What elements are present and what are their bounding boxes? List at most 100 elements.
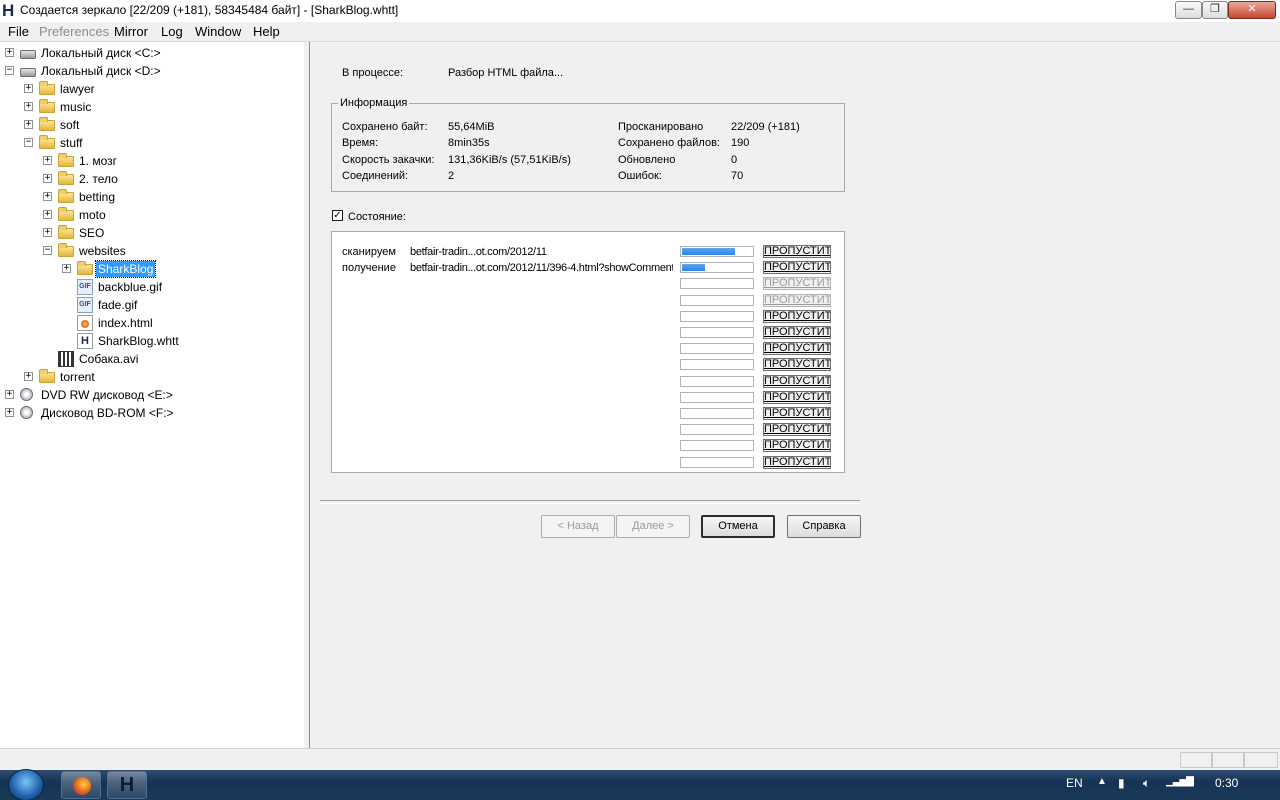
tree-item[interactable]: index.html <box>0 314 300 332</box>
tree-item[interactable]: +2. тело <box>0 170 300 188</box>
skip-button[interactable]: ПРОПУСТИТЬ <box>763 407 831 420</box>
tree-item-label: 1. мозг <box>79 154 118 168</box>
skip-button[interactable]: ПРОПУСТИТЬ <box>763 374 831 388</box>
tree-item[interactable]: GIF backblue.gif <box>0 278 300 296</box>
firefox-task-button[interactable] <box>61 771 101 799</box>
tree-item[interactable]: + Дисковод BD-ROM <F:> <box>0 404 300 422</box>
skip-button[interactable]: ПРОПУСТИТЬ <box>763 390 831 404</box>
language-indicator[interactable]: EN <box>1066 776 1083 790</box>
stat-label: Сохранено байт: <box>342 121 428 133</box>
expand-icon[interactable]: + <box>24 102 33 111</box>
transfer-action: сканируем <box>342 246 396 258</box>
menu-window[interactable]: Window <box>195 24 241 39</box>
skip-button[interactable]: ПРОПУСТИТЬ <box>763 245 831 258</box>
skip-button[interactable]: ПРОПУСТИТЬ <box>763 358 831 372</box>
state-label: Состояние: <box>348 211 406 223</box>
skip-button[interactable]: ПРОПУСТИТЬ <box>763 342 831 356</box>
skip-button[interactable]: ПРОПУСТИТЬ <box>763 293 831 307</box>
collapse-icon[interactable]: − <box>43 246 52 255</box>
transfer-progress-bar <box>680 375 754 387</box>
maximize-button[interactable]: ❐ <box>1202 1 1228 19</box>
expand-icon[interactable]: + <box>5 48 14 57</box>
menu-log[interactable]: Log <box>161 24 183 39</box>
tree-item[interactable]: +1. мозг <box>0 152 300 170</box>
show-hidden-icons-icon[interactable]: ▲ <box>1097 776 1107 787</box>
skip-button[interactable]: ПРОПУСТИТЬ <box>763 261 831 275</box>
tree-item[interactable]: + DVD RW дисковод <E:> <box>0 386 300 404</box>
tree-item[interactable]: − Локальный диск <D:> <box>0 62 300 80</box>
expand-icon[interactable]: + <box>43 174 52 183</box>
tree-item[interactable]: + Локальный диск <C:> <box>0 44 300 62</box>
menu-help[interactable]: Help <box>253 24 280 39</box>
tree-item[interactable]: + SEO <box>0 224 300 242</box>
collapse-icon[interactable]: − <box>5 66 14 75</box>
tree-item[interactable]: + soft <box>0 116 300 134</box>
minimize-button[interactable]: — <box>1175 1 1202 19</box>
expand-icon[interactable]: + <box>43 210 52 219</box>
tree-item[interactable]: + moto <box>0 206 300 224</box>
transfer-progress-bar <box>680 343 754 355</box>
menu-preferences[interactable]: Preferences <box>39 24 109 39</box>
skip-button[interactable]: ПРОПУСТИТЬ <box>763 277 831 291</box>
tree-item[interactable]: + torrent <box>0 368 300 386</box>
expand-icon[interactable]: + <box>43 192 52 201</box>
tree-item[interactable]: Собака.avi <box>0 350 300 368</box>
volume-icon[interactable]: 🔈︎ <box>1143 776 1150 791</box>
tree-item-label: backblue.gif <box>98 280 163 294</box>
skip-button[interactable]: ПРОПУСТИТЬ <box>763 423 831 437</box>
expand-icon[interactable]: + <box>62 264 71 273</box>
tree-item[interactable]: H SharkBlog.whtt <box>0 332 300 350</box>
tree-item[interactable]: − websites <box>0 242 300 260</box>
back-button[interactable]: < Назад <box>541 515 615 538</box>
cancel-button[interactable]: Отмена <box>701 515 775 538</box>
expand-icon[interactable]: + <box>5 390 14 399</box>
tree-item[interactable]: + SharkBlog <box>0 260 300 278</box>
folder-icon <box>58 225 74 239</box>
network-icon[interactable]: ▁▃▅▇ <box>1166 776 1194 787</box>
power-icon[interactable]: ▮ <box>1118 776 1125 790</box>
transfer-progress-bar <box>680 359 754 371</box>
expand-icon[interactable]: + <box>24 372 33 381</box>
stat-label: Сохранено файлов: <box>618 137 720 149</box>
expand-icon[interactable]: + <box>24 120 33 129</box>
expand-icon[interactable]: + <box>5 408 14 417</box>
expand-icon[interactable]: + <box>43 228 52 237</box>
help-button[interactable]: Справка <box>787 515 861 538</box>
collapse-icon[interactable]: − <box>24 138 33 147</box>
tree-item-label: soft <box>60 118 80 132</box>
transfer-progress-bar <box>680 391 754 403</box>
transfer-progress-bar <box>680 456 754 468</box>
menu-file[interactable]: File <box>8 24 29 39</box>
skip-button[interactable]: ПРОПУСТИТЬ <box>763 439 831 453</box>
close-button[interactable]: ✕ <box>1228 1 1276 19</box>
stat-value: 70 <box>731 170 744 182</box>
skip-button[interactable]: ПРОПУСТИТЬ <box>763 326 831 339</box>
tree-item[interactable]: − stuff <box>0 134 300 152</box>
expand-icon[interactable]: + <box>24 84 33 93</box>
start-button[interactable] <box>8 769 44 800</box>
httrack-task-button[interactable]: H <box>107 771 147 799</box>
tree-item-label: torrent <box>60 370 95 384</box>
tree-item[interactable]: GIF fade.gif <box>0 296 300 314</box>
taskbar <box>0 770 1280 800</box>
state-checkbox[interactable]: ✓ <box>332 210 343 221</box>
tree-item-label: SharkBlog.whtt <box>98 334 179 348</box>
tree-item[interactable]: + betting <box>0 188 300 206</box>
title-bar[interactable]: H Создается зеркало [22/209 (+181), 5834… <box>0 0 1280 22</box>
transfer-url: betfair-tradin...ot.com/2012/11/396-4.ht… <box>410 262 673 275</box>
tree-item-label: 2. тело <box>79 172 118 186</box>
next-button[interactable]: Далее > <box>616 515 690 538</box>
menu-mirror[interactable]: Mirror <box>114 24 148 39</box>
expand-icon[interactable]: + <box>43 156 52 165</box>
skip-button[interactable]: ПРОПУСТИТЬ <box>763 309 831 323</box>
status-cell <box>1212 752 1244 768</box>
skip-button[interactable]: ПРОПУСТИТЬ <box>763 455 831 469</box>
transfer-progress-bar <box>680 327 754 338</box>
folder-icon <box>58 189 74 203</box>
folder-icon <box>58 243 74 257</box>
transfer-progress-bar <box>680 310 754 322</box>
tree-item[interactable]: + lawyer <box>0 80 300 98</box>
tree-item[interactable]: + music <box>0 98 300 116</box>
clock[interactable]: 0:30 <box>1215 776 1238 790</box>
folder-tree[interactable]: + Локальный диск <C:> − Локальный диск <D:>… <box>0 42 305 748</box>
